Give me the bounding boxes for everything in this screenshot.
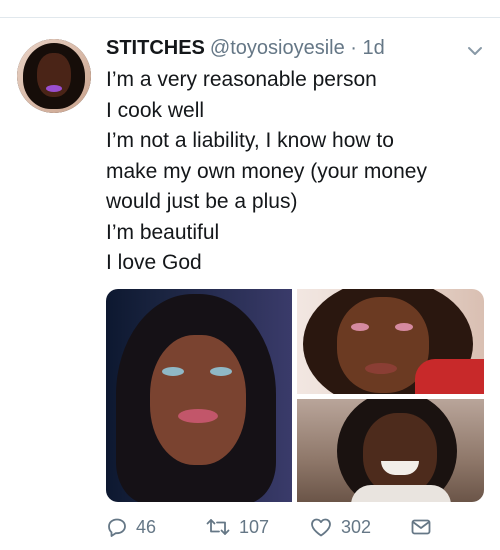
- direct-message-button[interactable]: [410, 516, 432, 538]
- like-button[interactable]: 302: [309, 516, 371, 538]
- display-name[interactable]: STITCHES: [106, 37, 205, 60]
- handle-text[interactable]: @toyosioyesile: [210, 37, 345, 59]
- tweet-line: would just be a plus): [106, 190, 298, 213]
- heart-icon: [309, 516, 333, 538]
- separator: ·: [350, 37, 357, 59]
- tweet-line: I love God: [106, 251, 202, 274]
- timestamp[interactable]: 1d: [363, 37, 385, 59]
- reply-count: 46: [136, 516, 157, 537]
- photo-2[interactable]: [297, 289, 484, 394]
- photo-3[interactable]: [297, 399, 484, 502]
- tweet-line: I’m not a liability, I know how to: [106, 129, 394, 152]
- retweet-button[interactable]: 107: [205, 516, 269, 538]
- retweet-count: 107: [239, 516, 270, 537]
- tweet-text: I’m a very reasonable person I cook well…: [106, 65, 486, 279]
- user-handle[interactable]: @toyosioyesile · 1d: [210, 37, 385, 60]
- tweet-line: I cook well: [106, 98, 205, 122]
- retweet-icon: [205, 516, 231, 538]
- tweet-line: I’m beautiful: [106, 220, 220, 244]
- photo-1[interactable]: [106, 289, 292, 502]
- chevron-down-icon[interactable]: [467, 44, 483, 56]
- reply-button[interactable]: 46: [106, 516, 156, 538]
- reply-icon: [106, 516, 128, 538]
- action-bar: 46 107 302: [106, 516, 446, 540]
- tweet-line: I’m a very reasonable person: [106, 68, 377, 91]
- like-count: 302: [341, 516, 372, 537]
- tweet-line: make my own money (your money: [106, 159, 427, 183]
- envelope-icon: [410, 516, 432, 538]
- tweet[interactable]: STITCHES @toyosioyesile · 1d I’m a very …: [0, 0, 500, 550]
- media-grid: [106, 289, 484, 502]
- tweet-header: STITCHES @toyosioyesile · 1d: [106, 37, 385, 60]
- avatar[interactable]: [17, 39, 91, 113]
- divider: [0, 17, 500, 18]
